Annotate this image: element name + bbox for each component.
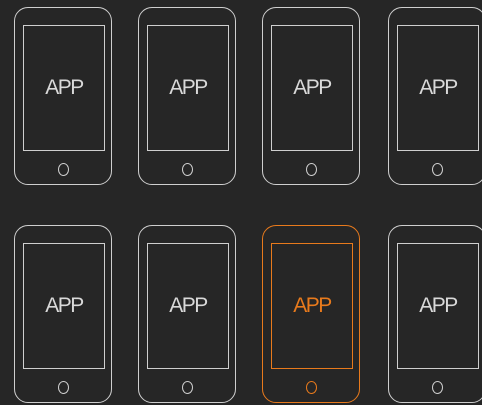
home-button-icon bbox=[57, 381, 69, 394]
app-label: APP bbox=[293, 76, 332, 99]
app-tile[interactable]: APP bbox=[14, 225, 112, 403]
home-button-icon bbox=[181, 163, 193, 176]
app-grid: APP APP APP APP APP APP APP APP bbox=[0, 0, 482, 405]
app-screen: APP bbox=[271, 243, 353, 369]
app-label: APP bbox=[169, 294, 208, 317]
home-button-icon bbox=[431, 163, 443, 176]
home-button-icon bbox=[305, 163, 317, 176]
app-screen: APP bbox=[271, 25, 353, 151]
app-tile[interactable]: APP bbox=[138, 7, 236, 185]
app-label: APP bbox=[419, 294, 458, 317]
app-screen: APP bbox=[397, 25, 479, 151]
app-screen: APP bbox=[147, 25, 229, 151]
app-tile[interactable]: APP bbox=[262, 7, 360, 185]
app-label: APP bbox=[45, 294, 84, 317]
app-tile[interactable]: APP bbox=[388, 225, 482, 403]
app-screen: APP bbox=[397, 243, 479, 369]
home-button-icon bbox=[57, 163, 69, 176]
home-button-icon bbox=[181, 381, 193, 394]
home-button-icon bbox=[305, 381, 317, 394]
app-label: APP bbox=[419, 76, 458, 99]
app-screen: APP bbox=[147, 243, 229, 369]
app-tile[interactable]: APP bbox=[14, 7, 112, 185]
app-tile-selected[interactable]: APP bbox=[262, 225, 360, 403]
app-label: APP bbox=[293, 294, 332, 317]
app-screen: APP bbox=[23, 25, 105, 151]
app-label: APP bbox=[45, 76, 84, 99]
app-label: APP bbox=[169, 76, 208, 99]
app-tile[interactable]: APP bbox=[138, 225, 236, 403]
app-screen: APP bbox=[23, 243, 105, 369]
app-tile[interactable]: APP bbox=[388, 7, 482, 185]
home-button-icon bbox=[431, 381, 443, 394]
